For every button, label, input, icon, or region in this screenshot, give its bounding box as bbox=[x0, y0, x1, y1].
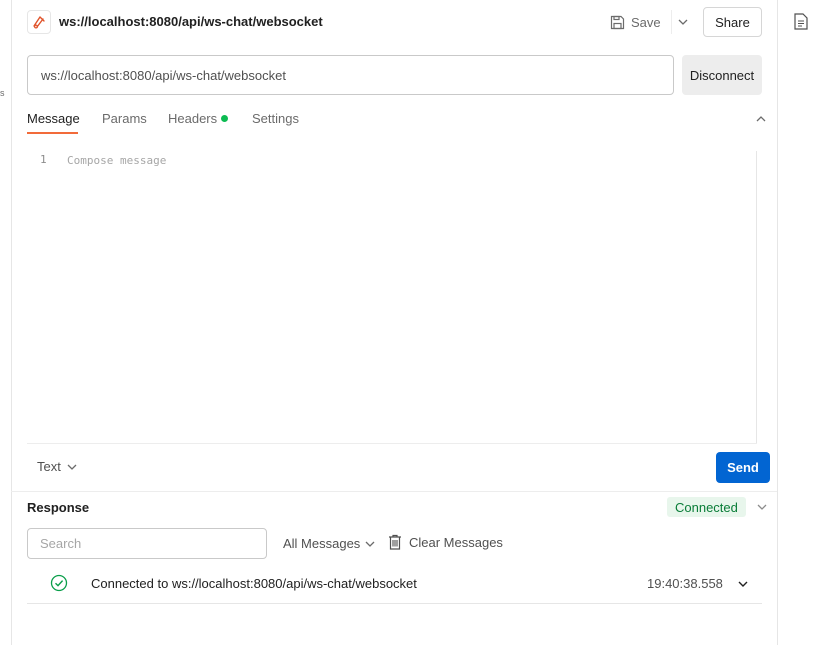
message-text: Connected to ws://localhost:8080/api/ws-… bbox=[91, 576, 417, 591]
save-label: Save bbox=[631, 14, 661, 30]
message-editor[interactable]: Compose message bbox=[67, 154, 166, 167]
chevron-down-icon bbox=[67, 464, 77, 470]
websocket-icon bbox=[33, 16, 45, 29]
chevron-down-icon[interactable] bbox=[736, 577, 750, 591]
active-tab-underline bbox=[27, 132, 78, 134]
right-panel-border bbox=[777, 0, 778, 645]
tab-params[interactable]: Params bbox=[102, 111, 147, 126]
tab-message[interactable]: Message bbox=[27, 111, 80, 126]
send-button[interactable]: Send bbox=[716, 452, 770, 483]
clear-messages-label: Clear Messages bbox=[409, 534, 503, 550]
trash-icon bbox=[389, 534, 401, 550]
line-number: 1 bbox=[40, 153, 47, 166]
chevron-down-icon bbox=[757, 504, 767, 510]
tab-headers[interactable]: Headers bbox=[168, 111, 229, 126]
editor-scrollbar[interactable] bbox=[756, 151, 757, 443]
editor-divider bbox=[27, 443, 757, 444]
left-panel-border bbox=[11, 0, 12, 645]
request-title[interactable]: ws://localhost:8080/api/ws-chat/websocke… bbox=[59, 14, 323, 29]
clipped-sidebar-text: s bbox=[0, 88, 5, 98]
save-icon bbox=[610, 15, 625, 29]
chevron-up-icon bbox=[756, 116, 766, 122]
check-circle-icon bbox=[50, 574, 68, 592]
save-options-button[interactable] bbox=[674, 12, 692, 32]
websocket-url-input[interactable]: ws://localhost:8080/api/ws-chat/websocke… bbox=[27, 55, 674, 95]
tab-settings[interactable]: Settings bbox=[252, 111, 299, 126]
connection-status-badge: Connected bbox=[667, 497, 746, 517]
message-filter-select[interactable]: All Messages bbox=[283, 536, 375, 551]
save-button[interactable]: Save bbox=[610, 10, 661, 34]
response-title: Response bbox=[27, 500, 90, 515]
message-search-input[interactable]: Search bbox=[27, 528, 267, 559]
message-row[interactable]: Connected to ws://localhost:8080/api/ws-… bbox=[27, 566, 762, 604]
save-divider bbox=[671, 10, 672, 34]
documentation-icon[interactable] bbox=[794, 13, 810, 31]
chevron-down-icon bbox=[678, 19, 688, 25]
tab-headers-label: Headers bbox=[168, 111, 218, 126]
message-filter-label: All Messages bbox=[283, 536, 361, 551]
clear-messages-button[interactable]: Clear Messages bbox=[388, 534, 503, 550]
message-format-select[interactable]: Text bbox=[37, 459, 77, 474]
message-format-label: Text bbox=[37, 459, 61, 474]
share-button[interactable]: Share bbox=[703, 7, 762, 37]
response-divider bbox=[11, 491, 777, 492]
collapse-response-button[interactable] bbox=[755, 500, 769, 514]
websocket-request-icon bbox=[27, 10, 51, 34]
disconnect-button[interactable]: Disconnect bbox=[682, 55, 762, 95]
collapse-editor-button[interactable] bbox=[754, 112, 768, 126]
message-timestamp: 19:40:38.558 bbox=[647, 576, 723, 591]
headers-indicator-dot bbox=[221, 115, 229, 122]
chevron-down-icon bbox=[365, 541, 375, 547]
